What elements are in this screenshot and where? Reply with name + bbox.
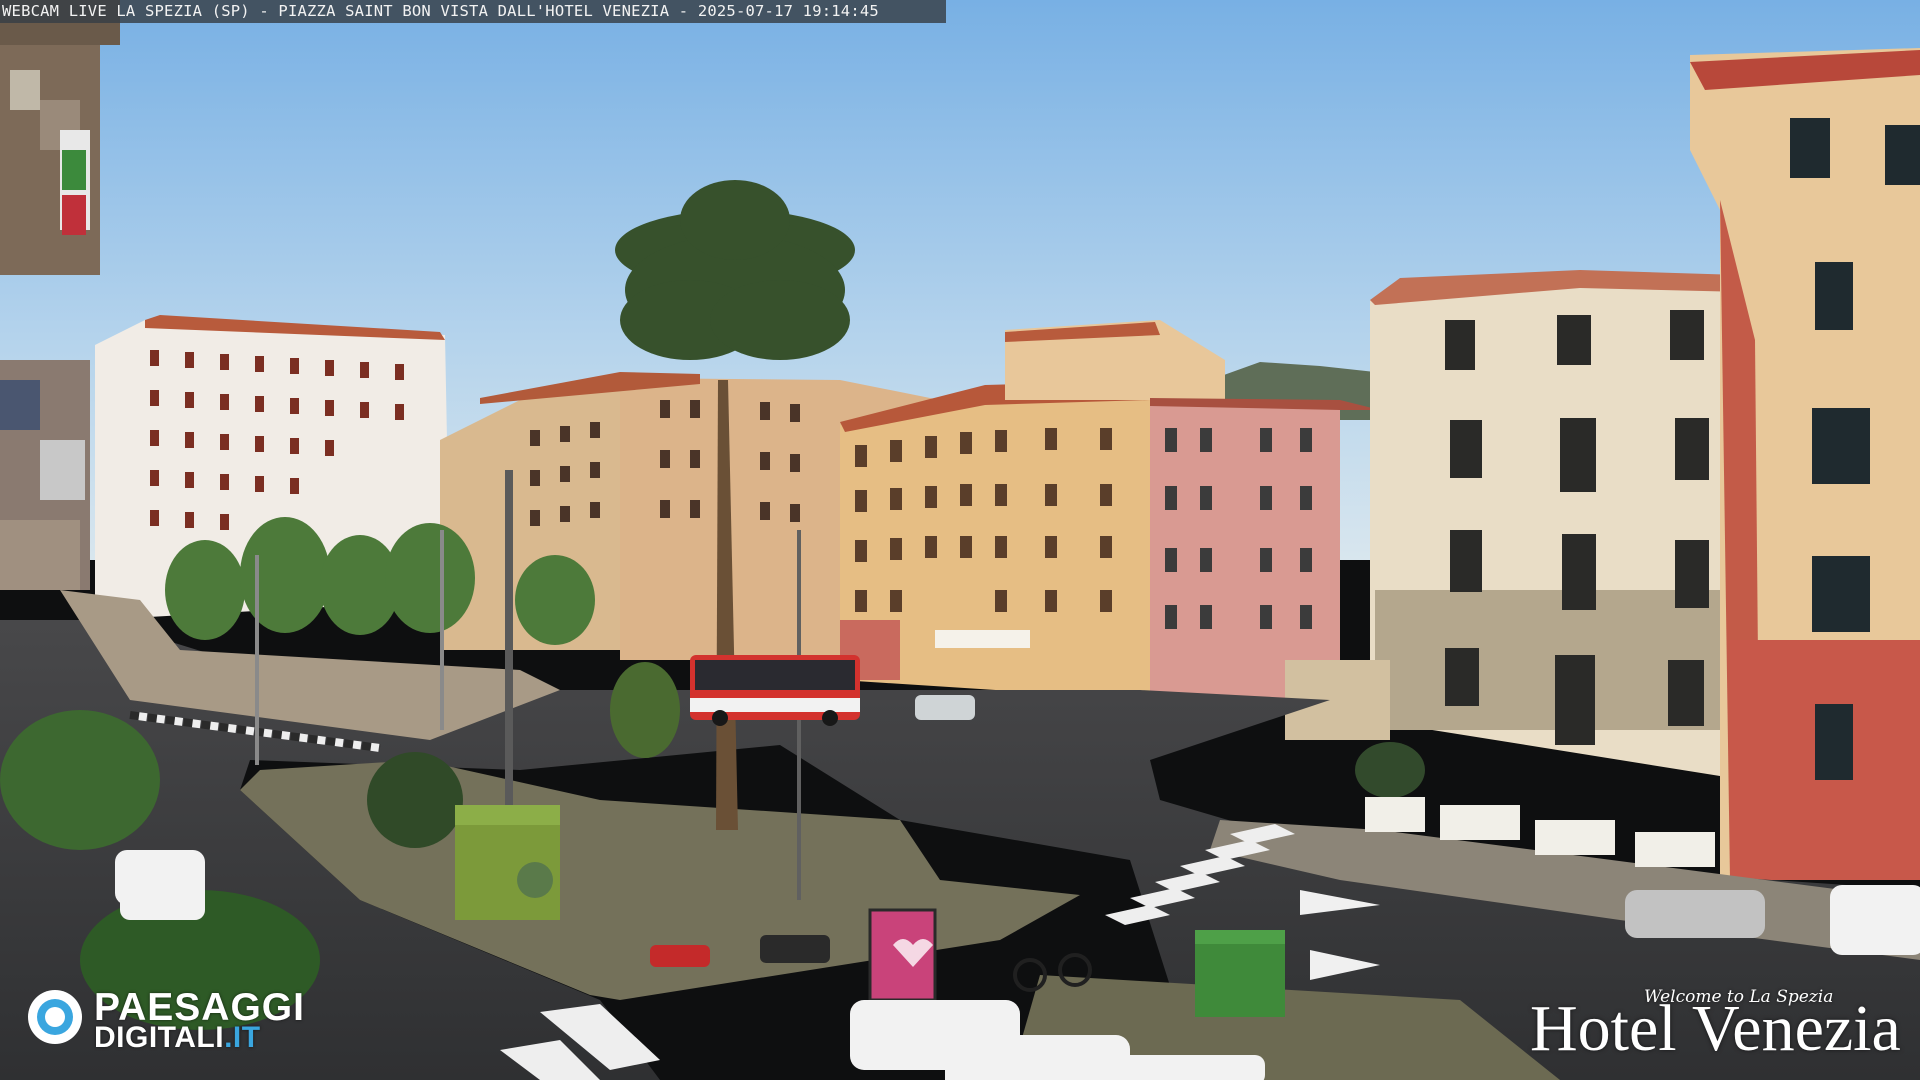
logo-eye-icon xyxy=(28,990,82,1044)
logo-line2-tld: .IT xyxy=(224,1021,261,1054)
webcam-frame: WEBCAM LIVE LA SPEZIA (SP) - PIAZZA SAIN… xyxy=(0,0,1920,1080)
shrub xyxy=(610,662,680,758)
scooter xyxy=(760,935,830,963)
hedge xyxy=(0,710,160,850)
light-pole xyxy=(440,530,444,730)
bus xyxy=(690,655,860,726)
logo-line2: DIGITALI.IT xyxy=(94,1022,261,1054)
hedge xyxy=(1355,742,1425,798)
scooter xyxy=(650,945,710,967)
hotel-title: Hotel Venezia xyxy=(1530,992,1901,1065)
webcam-caption: WEBCAM LIVE LA SPEZIA (SP) - PIAZZA SAIN… xyxy=(0,0,946,23)
paesaggi-digitali-logo: PAESAGGI DIGITALI.IT xyxy=(28,988,348,1054)
light-pole xyxy=(505,470,513,810)
street-scene-image xyxy=(0,0,1920,1080)
logo-line2-main: DIGITALI xyxy=(94,1021,225,1054)
red-corner-building xyxy=(1690,48,1920,880)
light-pole xyxy=(255,555,259,765)
hotel-venezia-logo: Welcome to La Spezia Hotel Venezia xyxy=(1530,985,1910,1065)
green-bin xyxy=(455,805,560,920)
shrub xyxy=(367,752,463,848)
shop-sign-board xyxy=(868,908,937,1002)
green-bin xyxy=(1195,930,1285,1017)
